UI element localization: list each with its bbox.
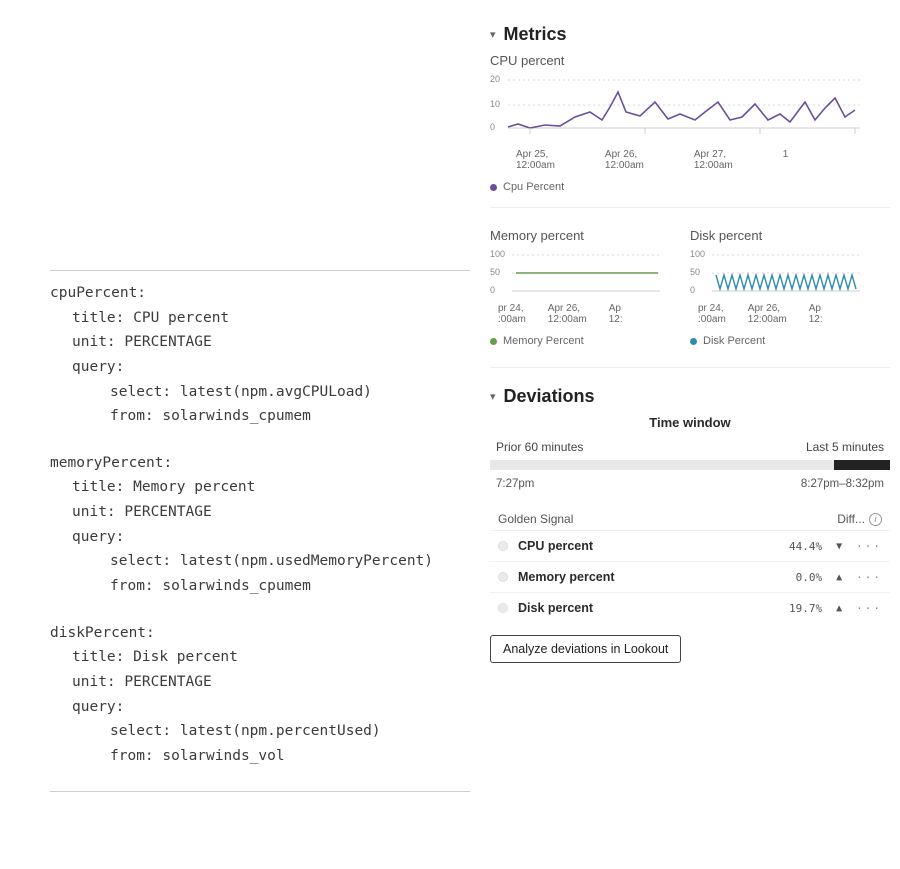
trend-down-icon: ▼	[836, 541, 842, 552]
row-actions-button[interactable]: ···	[856, 571, 882, 584]
row-actions-button[interactable]: ···	[856, 540, 882, 553]
svg-text:50: 50	[690, 267, 700, 277]
memory-chart-legend: Memory Percent	[490, 335, 660, 347]
trend-up-icon: ▲	[836, 572, 842, 583]
disk-chart: Disk percent 100 50 0 pr 24,:00am Apr 26…	[690, 222, 860, 361]
cpu-chart-xticks: Apr 25,12:00am Apr 26,12:00am Apr 27,12:…	[490, 149, 860, 171]
memory-chart-svg: 100 50 0	[490, 247, 660, 299]
status-dot-icon	[498, 572, 508, 582]
info-icon[interactable]: i	[869, 513, 882, 526]
last-label: Last 5 minutes	[806, 440, 884, 454]
section-title: Deviations	[504, 386, 595, 407]
svg-text:50: 50	[490, 267, 500, 277]
chevron-down-icon: ▾	[490, 390, 496, 403]
chart-title: CPU percent	[490, 53, 860, 68]
section-title: Metrics	[504, 24, 567, 45]
signal-row[interactable]: CPU percent 44.4%▼···	[490, 530, 890, 561]
status-dot-icon	[498, 603, 508, 613]
row-actions-button[interactable]: ···	[856, 602, 882, 615]
prior-label: Prior 60 minutes	[496, 440, 583, 454]
code-key: diskPercent:	[50, 621, 470, 646]
signal-row[interactable]: Disk percent 19.7%▲···	[490, 592, 890, 623]
chevron-down-icon: ▾	[490, 28, 496, 41]
signals-table-header: Golden Signal Diff... i	[490, 508, 890, 530]
last-time: 8:27pm–8:32pm	[801, 478, 884, 490]
memory-chart: Memory percent 100 50 0 pr 24,:00am Apr …	[490, 222, 660, 361]
trend-up-icon: ▲	[836, 603, 842, 614]
svg-text:0: 0	[690, 285, 695, 295]
code-key: cpuPercent:	[50, 281, 470, 306]
svg-text:100: 100	[490, 249, 505, 259]
svg-text:20: 20	[490, 74, 500, 84]
code-block-disk: diskPercent: title: Disk percent unit: P…	[50, 621, 470, 769]
cpu-chart-svg: 20 10 0	[490, 72, 860, 142]
legend-dot-icon	[490, 184, 497, 191]
svg-text:10: 10	[490, 99, 500, 109]
chart-title: Disk percent	[690, 228, 860, 243]
signal-row[interactable]: Memory percent 0.0%▲···	[490, 561, 890, 592]
time-window-fill	[834, 460, 890, 470]
metrics-section-toggle[interactable]: ▾ Metrics	[490, 24, 890, 45]
code-block-memory: memoryPercent: title: Memory percent uni…	[50, 451, 470, 599]
config-code-panel: cpuPercent: title: CPU percent unit: PER…	[0, 0, 470, 869]
deviations-section-toggle[interactable]: ▾ Deviations	[490, 386, 890, 407]
time-window-heading: Time window	[490, 415, 890, 430]
status-dot-icon	[498, 541, 508, 551]
disk-chart-legend: Disk Percent	[690, 335, 860, 347]
svg-text:0: 0	[490, 122, 495, 132]
svg-text:100: 100	[690, 249, 705, 259]
svg-text:0: 0	[490, 285, 495, 295]
cpu-chart-legend: Cpu Percent	[490, 181, 860, 193]
analyze-deviations-button[interactable]: Analyze deviations in Lookout	[490, 635, 681, 663]
code-key: memoryPercent:	[50, 451, 470, 476]
legend-dot-icon	[490, 338, 497, 345]
legend-dot-icon	[690, 338, 697, 345]
disk-chart-svg: 100 50 0	[690, 247, 860, 299]
time-window-slider[interactable]	[490, 460, 890, 470]
cpu-chart: CPU percent 20 10 0 Apr 25,12:00am Apr 2…	[490, 53, 860, 193]
prior-time: 7:27pm	[496, 478, 534, 490]
code-block-cpu: cpuPercent: title: CPU percent unit: PER…	[50, 281, 470, 429]
chart-title: Memory percent	[490, 228, 660, 243]
